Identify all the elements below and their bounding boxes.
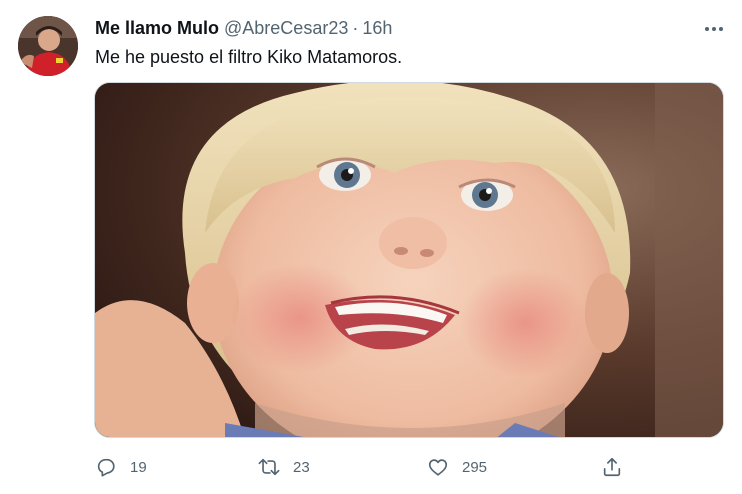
display-name[interactable]: Me llamo Mulo [95, 18, 219, 39]
more-horizontal-icon [704, 19, 724, 37]
user-handle[interactable]: @AbreCesar23 [224, 18, 348, 39]
more-options-button[interactable] [700, 16, 728, 40]
like-count: 295 [462, 458, 488, 476]
heart-icon [426, 455, 450, 479]
reply-button[interactable]: 19 [94, 452, 147, 482]
timestamp[interactable]: 16h [362, 18, 392, 39]
retweet-button[interactable]: 23 [257, 452, 310, 482]
avatar[interactable] [18, 16, 78, 76]
tweet-text: Me he puesto el filtro Kiko Matamoros. [95, 47, 403, 67]
share-button[interactable] [600, 452, 624, 482]
tweet-photo[interactable] [94, 82, 724, 438]
reply-icon [94, 455, 118, 479]
share-icon [600, 455, 624, 479]
tweet-header: Me llamo Mulo @AbreCesar23 · 16h [95, 14, 728, 42]
separator-dot: · [352, 17, 359, 38]
like-button[interactable]: 295 [426, 452, 487, 482]
tweet-card[interactable]: Me llamo Mulo @AbreCesar23 · 16h Me he p… [0, 0, 742, 494]
retweet-icon [257, 455, 281, 479]
reply-count: 19 [130, 458, 147, 476]
tweet-actions: 19 23 295 [94, 452, 634, 482]
retweet-count: 23 [293, 458, 310, 476]
